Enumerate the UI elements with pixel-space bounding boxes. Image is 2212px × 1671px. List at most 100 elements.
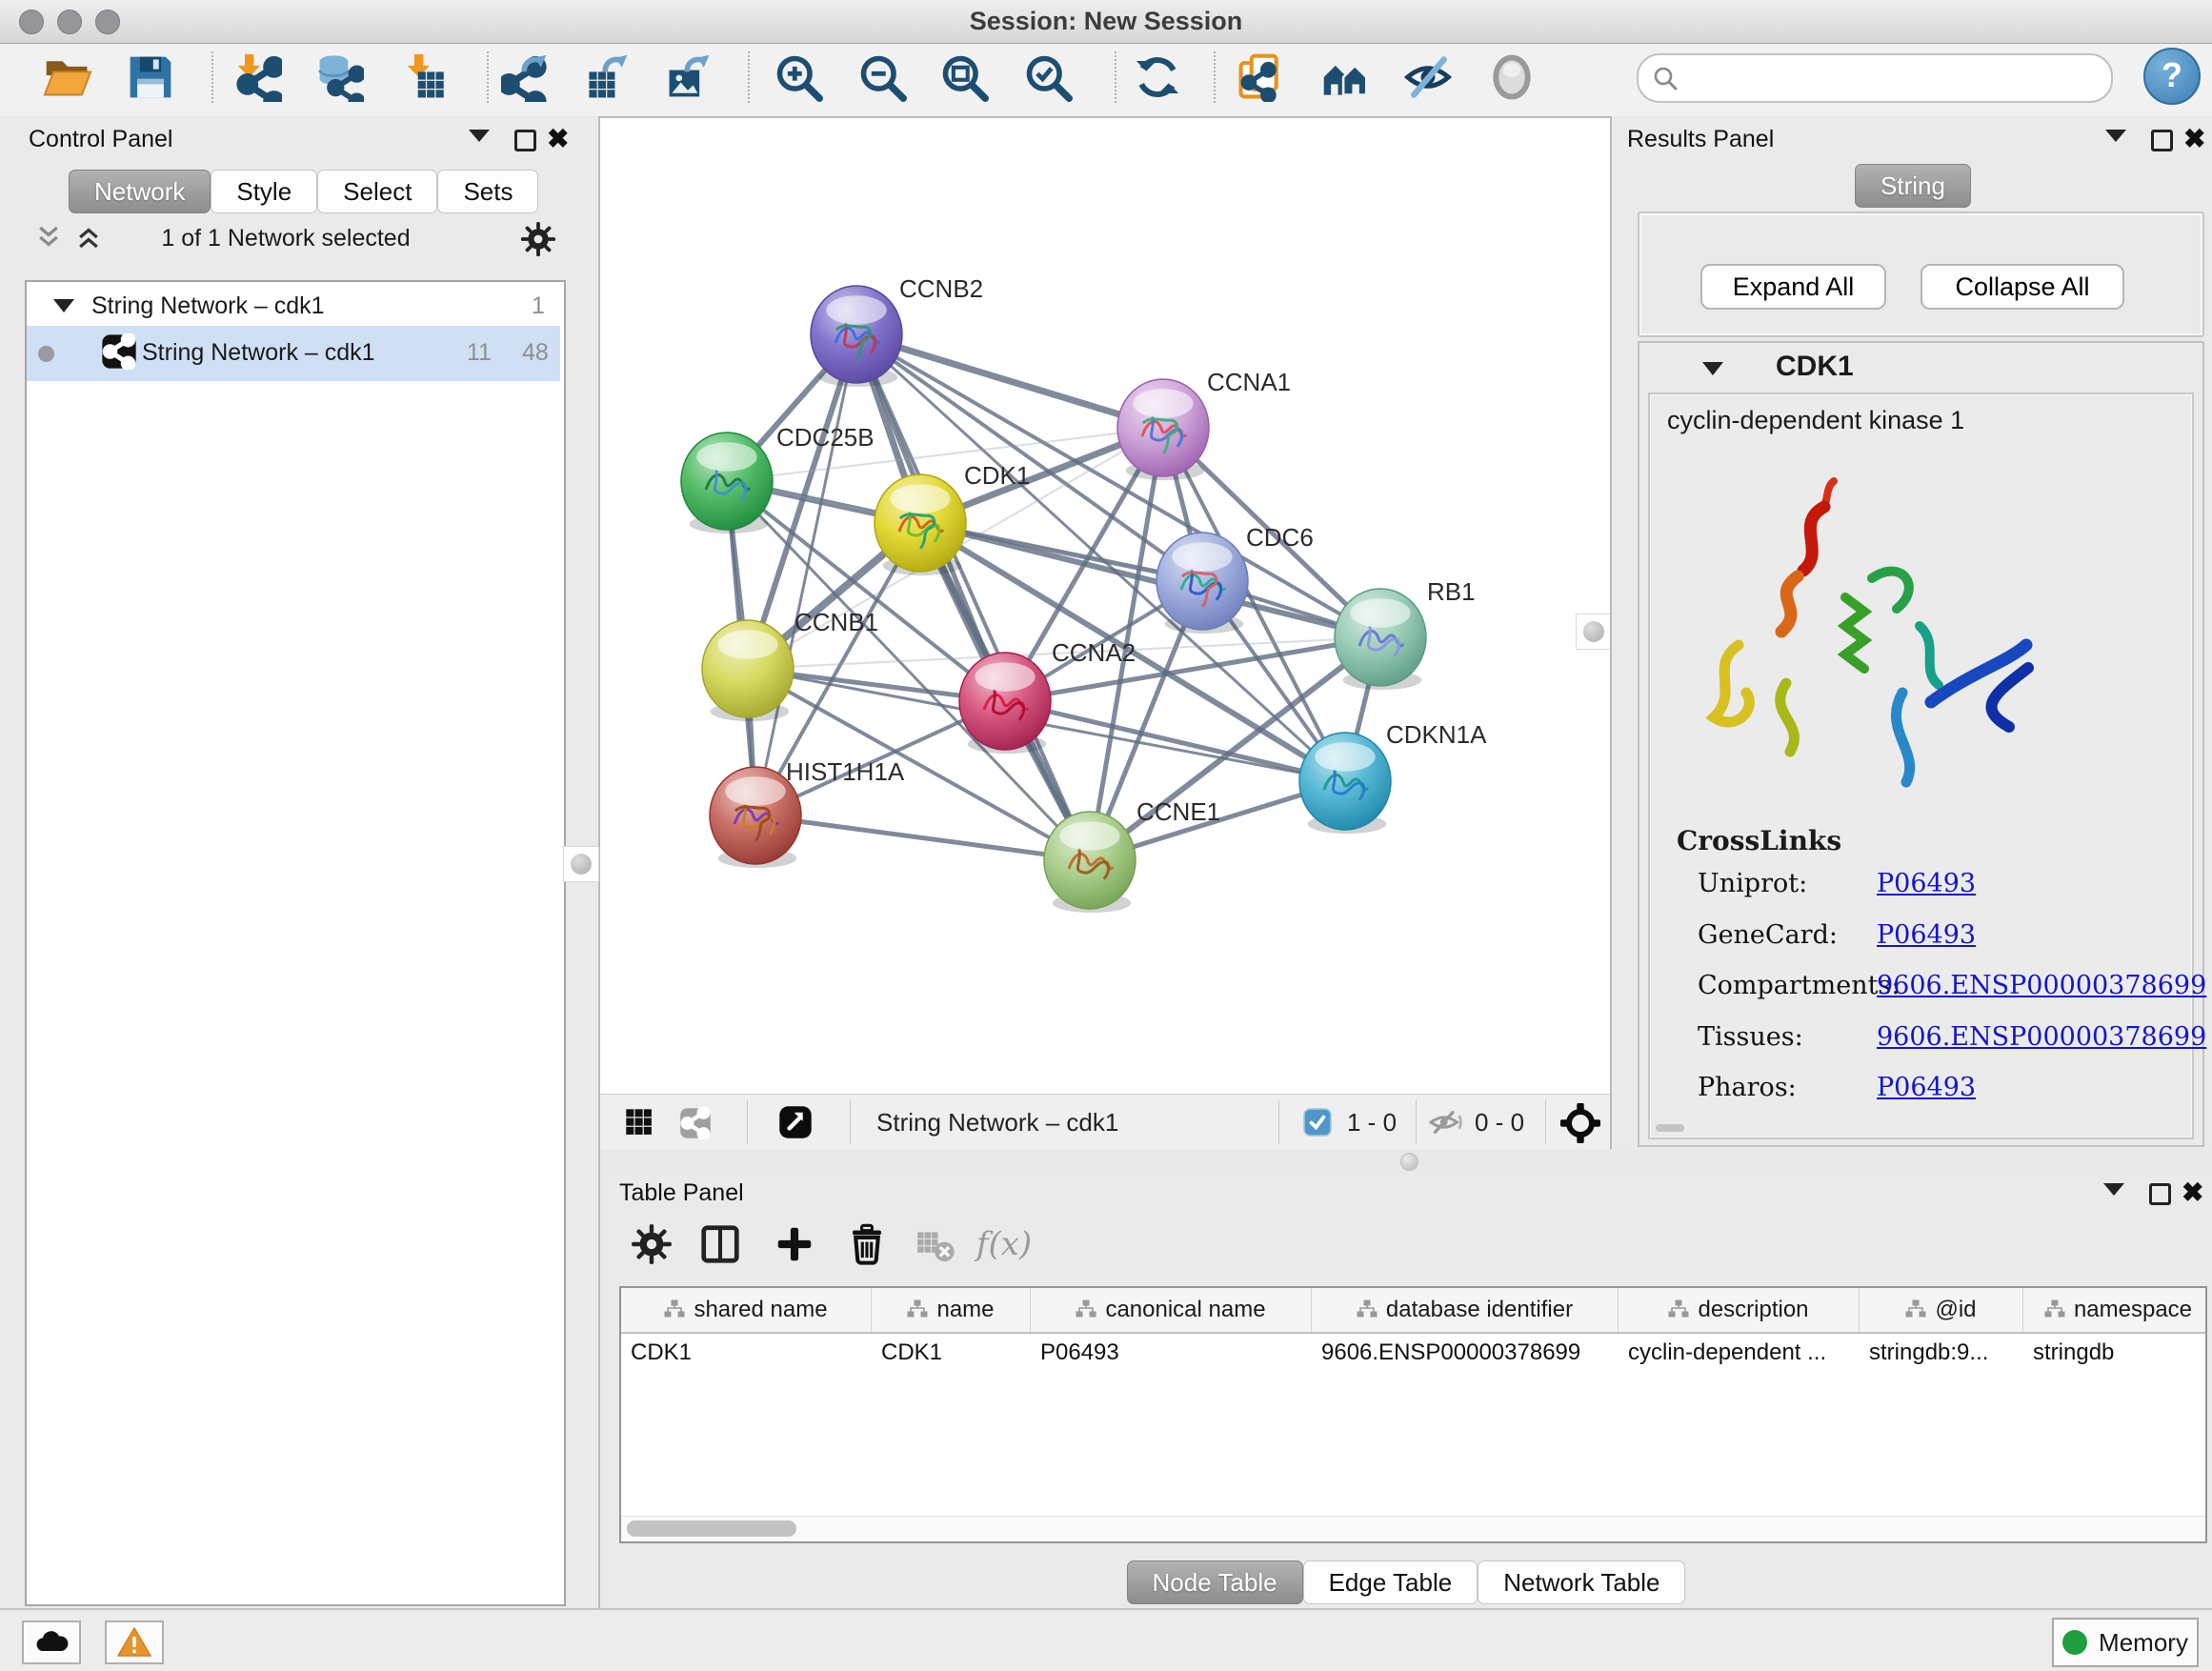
warning-button[interactable] xyxy=(105,1621,164,1664)
tab-edge-table[interactable]: Edge Table xyxy=(1303,1560,1478,1604)
delete-column-icon[interactable] xyxy=(842,1219,892,1269)
zoom-fit-icon[interactable] xyxy=(936,50,992,105)
duplicate-network-icon[interactable] xyxy=(1233,50,1288,105)
column-header-namespace[interactable]: namespace xyxy=(2023,1288,2207,1332)
table-cell[interactable]: stringdb xyxy=(2023,1334,2207,1372)
panel-menu-icon[interactable] xyxy=(469,130,490,142)
expand-all-icon[interactable] xyxy=(74,223,103,256)
column-header-description[interactable]: description xyxy=(1619,1288,1860,1332)
fit-content-icon[interactable] xyxy=(1560,1103,1600,1148)
network-edge-CCNB2-HIST1H1A[interactable] xyxy=(755,334,856,815)
zoom-selected-icon[interactable] xyxy=(1020,50,1076,105)
network-collection-row[interactable]: String Network – cdk1 1 xyxy=(27,286,560,326)
network-node-CDKN1A[interactable]: CDKN1A xyxy=(1299,720,1487,834)
column-header-shared-name[interactable]: shared name xyxy=(621,1288,872,1332)
export-table-icon[interactable] xyxy=(579,50,634,105)
help-button[interactable]: ? xyxy=(2143,48,2201,105)
import-network-database-icon[interactable] xyxy=(312,50,367,105)
column-header-@id[interactable]: @id xyxy=(1860,1288,2023,1332)
network-node-CCNA1[interactable]: CCNA1 xyxy=(1117,368,1291,480)
crosslink-value-link[interactable]: P06493 xyxy=(1877,1073,1976,1102)
tab-select[interactable]: Select xyxy=(317,170,437,213)
column-header-database-identifier[interactable]: database identifier xyxy=(1312,1288,1619,1332)
selected-checkbox-icon[interactable] xyxy=(1303,1108,1332,1141)
tab-sets[interactable]: Sets xyxy=(437,170,538,213)
network-node-HIST1H1A[interactable]: HIST1H1A xyxy=(710,757,905,868)
hide-selected-icon[interactable] xyxy=(1400,50,1456,105)
first-neighbors-icon[interactable] xyxy=(1317,50,1373,105)
crosslink-value-link[interactable]: P06493 xyxy=(1877,920,1976,950)
crosslink-row: Uniprot: P06493 xyxy=(1650,869,2183,907)
crosslink-value-link[interactable]: 9606.ENSP00000378699 xyxy=(1877,1022,2206,1052)
tab-style[interactable]: Style xyxy=(211,170,317,213)
show-columns-icon[interactable] xyxy=(695,1219,745,1269)
network-options-gear-icon[interactable] xyxy=(520,221,556,262)
panel-close-icon[interactable]: ✖ xyxy=(547,130,569,149)
memory-button[interactable]: Memory xyxy=(2052,1618,2199,1667)
table-cell[interactable]: stringdb:9... xyxy=(1860,1334,2023,1372)
open-in-window-icon[interactable] xyxy=(777,1105,814,1144)
search-input[interactable] xyxy=(1688,59,2101,95)
panel-float-icon[interactable] xyxy=(514,130,536,151)
table-cell[interactable]: 9606.ENSP00000378699 xyxy=(1312,1334,1619,1372)
right-splitter-handle[interactable] xyxy=(1576,614,1612,650)
tab-string[interactable]: String xyxy=(1855,164,1971,208)
expand-all-button[interactable]: Expand All xyxy=(1700,264,1886,310)
network-node-CDC25B[interactable]: CDC25B xyxy=(681,423,875,534)
export-network-icon[interactable] xyxy=(498,50,553,105)
apply-layout-icon[interactable] xyxy=(1130,50,1185,105)
table-options-gear-icon[interactable] xyxy=(627,1219,676,1269)
add-column-icon[interactable] xyxy=(770,1219,819,1269)
import-table-icon[interactable] xyxy=(399,50,454,105)
panel-menu-icon[interactable] xyxy=(2103,1183,2124,1196)
crosslink-label: Tissues: xyxy=(1698,1022,1803,1052)
table-cell[interactable]: cyclin-dependent ... xyxy=(1619,1334,1860,1372)
column-header-canonical-name[interactable]: canonical name xyxy=(1031,1288,1312,1332)
cloud-button[interactable] xyxy=(22,1621,81,1664)
network-edge-CCNB2-CCNA1[interactable] xyxy=(856,334,1163,428)
collapse-all-icon[interactable] xyxy=(34,223,63,256)
crosslink-value-link[interactable]: 9606.ENSP00000378699 xyxy=(1877,971,2206,1000)
tab-network-table[interactable]: Network Table xyxy=(1478,1560,1685,1604)
show-all-icon[interactable] xyxy=(1484,50,1539,105)
panel-float-icon[interactable] xyxy=(2151,130,2173,151)
open-session-icon[interactable] xyxy=(40,50,95,105)
panel-close-icon[interactable]: ✖ xyxy=(2182,1183,2203,1202)
network-label: String Network – cdk1 xyxy=(142,339,375,367)
section-collapse-icon[interactable] xyxy=(1702,362,1723,375)
node-label-CCNB1: CCNB1 xyxy=(794,608,878,636)
table-cell[interactable]: P06493 xyxy=(1031,1334,1312,1372)
save-session-icon[interactable] xyxy=(123,50,178,105)
table-panel-tabs: Node TableEdge TableNetwork Table xyxy=(600,1560,2212,1604)
table-row[interactable]: CDK1CDK1P064939606.ENSP00000378699cyclin… xyxy=(621,1334,2207,1372)
zoom-in-icon[interactable] xyxy=(771,50,826,105)
column-header-name[interactable]: name xyxy=(872,1288,1031,1332)
tab-network[interactable]: Network xyxy=(69,170,211,213)
import-network-file-icon[interactable] xyxy=(230,50,285,105)
network-edge-HIST1H1A-CCNE1[interactable] xyxy=(755,815,1090,860)
results-hscroll-thumb[interactable] xyxy=(1656,1124,1684,1132)
left-splitter-handle[interactable] xyxy=(563,846,599,882)
panel-float-icon[interactable] xyxy=(2149,1183,2171,1205)
crosslink-value-link[interactable]: P06493 xyxy=(1877,869,1976,898)
tab-node-table[interactable]: Node Table xyxy=(1127,1560,1303,1604)
network-row-selected[interactable]: String Network – cdk1 11 48 xyxy=(27,326,560,381)
network-edge-CCNA2-CDKN1A[interactable] xyxy=(1005,701,1345,781)
birdseye-view-icon[interactable] xyxy=(623,1107,655,1142)
node-label-CDC6: CDC6 xyxy=(1246,523,1314,552)
export-image-icon[interactable] xyxy=(661,50,716,105)
table-cell[interactable]: CDK1 xyxy=(621,1334,872,1372)
panel-menu-icon[interactable] xyxy=(2105,130,2126,142)
table-hscroll-thumb[interactable] xyxy=(627,1520,796,1537)
zoom-out-icon[interactable] xyxy=(855,50,910,105)
network-node-RB1[interactable]: RB1 xyxy=(1335,577,1476,690)
table-cell[interactable]: CDK1 xyxy=(872,1334,1031,1372)
tree-collapse-icon[interactable] xyxy=(53,299,74,312)
panel-close-icon[interactable]: ✖ xyxy=(2183,130,2205,149)
network-canvas[interactable]: CCNB2 CCNA1 CDC25B CDK1 CDC6 xyxy=(600,118,1610,1094)
horizontal-splitter[interactable] xyxy=(600,1149,2212,1174)
splitter-handle[interactable] xyxy=(1400,1153,1418,1171)
hidden-eye-icon[interactable] xyxy=(1427,1107,1465,1142)
collapse-all-button[interactable]: Collapse All xyxy=(1920,264,2124,310)
network-share-icon[interactable] xyxy=(678,1107,713,1144)
